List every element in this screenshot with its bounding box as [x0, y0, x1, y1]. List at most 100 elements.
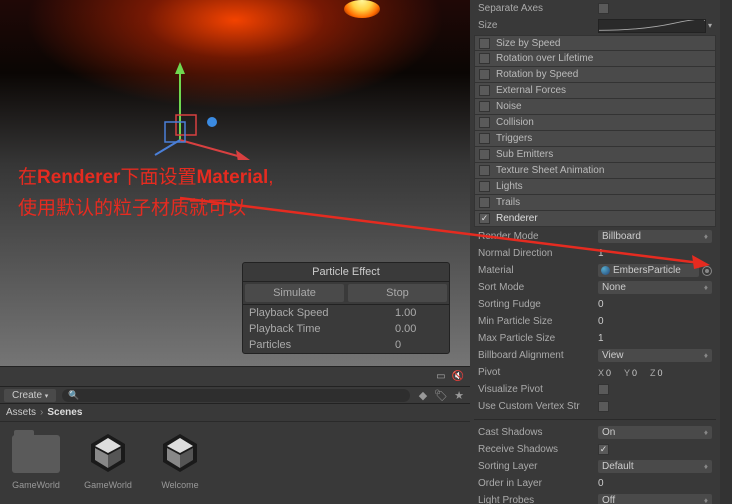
- prop-sorting-fudge: Sorting Fudge0: [470, 296, 720, 313]
- asset-item[interactable]: Welcome: [148, 430, 212, 490]
- playback-speed-label: Playback Speed: [249, 307, 329, 319]
- module-checkbox[interactable]: [479, 181, 490, 192]
- prop-receive-shadows: Receive Shadows✓: [470, 441, 720, 458]
- scene-bottom-bar: ▭ 🔇: [0, 366, 470, 386]
- module-size-by-speed[interactable]: Size by Speed: [474, 35, 716, 51]
- prop-sort-mode: Sort ModeNone♦: [470, 279, 720, 296]
- prop-cast-shadows: Cast ShadowsOn♦: [470, 424, 720, 441]
- object-picker-icon[interactable]: [702, 266, 712, 276]
- asset-item[interactable]: GameWorld: [76, 430, 140, 490]
- prop-order-in-layer: Order in Layer0: [470, 475, 720, 492]
- prop-separate-axes: Separate Axes: [470, 0, 720, 17]
- prop-visualize-pivot: Visualize Pivot: [470, 381, 720, 398]
- simulate-button[interactable]: Simulate: [245, 284, 344, 302]
- chevron-down-icon: ♦: [704, 283, 708, 292]
- scene-view[interactable]: 在Renderer下面设置Material, 使用默认的粒子材质就可以 Part…: [0, 0, 470, 366]
- prop-light-probes: Light ProbesOff♦: [470, 492, 720, 504]
- particles-label: Particles: [249, 339, 291, 351]
- prop-size: Size▾: [470, 17, 720, 34]
- dropdown[interactable]: View♦: [598, 349, 712, 362]
- playback-time-label: Playback Time: [249, 323, 321, 335]
- stop-button[interactable]: Stop: [348, 284, 447, 302]
- prop-sorting-layer: Sorting LayerDefault♦: [470, 458, 720, 475]
- material-field[interactable]: EmbersParticle: [598, 264, 699, 277]
- module-checkbox[interactable]: [479, 101, 490, 112]
- dropdown[interactable]: Default♦: [598, 460, 712, 473]
- module-checkbox[interactable]: [479, 117, 490, 128]
- unity-scene-icon: [157, 430, 203, 479]
- material-preview-icon: [601, 266, 610, 275]
- particle-effect-panel: Particle Effect Simulate Stop Playback S…: [242, 262, 450, 354]
- module-checkbox[interactable]: ✓: [479, 213, 490, 224]
- search-icon: 🔍: [68, 390, 79, 401]
- module-renderer[interactable]: ✓Renderer: [474, 211, 716, 227]
- prop-normal-direction: Normal Direction1: [470, 245, 720, 262]
- module-checkbox[interactable]: [479, 133, 490, 144]
- chevron-down-icon: ♦: [704, 232, 708, 241]
- value-field[interactable]: 0: [598, 478, 604, 489]
- module-lights[interactable]: Lights: [474, 179, 716, 195]
- module-texture-sheet-animation[interactable]: Texture Sheet Animation: [474, 163, 716, 179]
- checkbox[interactable]: ✓: [598, 444, 609, 455]
- module-trails[interactable]: Trails: [474, 195, 716, 211]
- prop-max-particle-size: Max Particle Size1: [470, 330, 720, 347]
- value-field[interactable]: 1: [598, 248, 604, 259]
- value-field[interactable]: 1: [598, 333, 604, 344]
- breadcrumb[interactable]: Assets›Scenes: [0, 404, 470, 422]
- asset-label: GameWorld: [76, 480, 140, 490]
- dropdown[interactable]: None♦: [598, 281, 712, 294]
- module-checkbox[interactable]: [479, 53, 490, 64]
- audio-toggle-icon[interactable]: 🔇: [452, 371, 464, 382]
- sun-core: [344, 0, 380, 18]
- transform-gizmo[interactable]: [150, 60, 250, 160]
- prop-billboard-alignment: Billboard AlignmentView♦: [470, 347, 720, 364]
- value-field[interactable]: 0: [598, 299, 604, 310]
- module-checkbox[interactable]: [479, 69, 490, 80]
- module-triggers[interactable]: Triggers: [474, 131, 716, 147]
- chevron-down-icon: ♦: [704, 428, 708, 437]
- project-panel: Create ▾ 🔍 ◆ 🏷 ★ Assets›Scenes GameWorld…: [0, 386, 470, 504]
- checkbox[interactable]: [598, 401, 609, 412]
- module-rotation-over-lifetime[interactable]: Rotation over Lifetime: [474, 51, 716, 67]
- filter-by-type-icon[interactable]: ◆: [416, 389, 430, 402]
- module-checkbox[interactable]: [479, 149, 490, 160]
- prop-material: MaterialEmbersParticle: [470, 262, 720, 279]
- asset-label: GameWorld: [4, 480, 68, 490]
- pivot-fields[interactable]: X0Y0Z0: [598, 368, 712, 378]
- create-button[interactable]: Create ▾: [4, 389, 56, 402]
- checkbox[interactable]: [598, 3, 609, 14]
- module-checkbox[interactable]: [479, 38, 490, 49]
- playback-time-value[interactable]: 0.00: [395, 323, 443, 335]
- gizmo-toggle-icon[interactable]: ▭: [436, 371, 445, 382]
- annotation-text: 在Renderer下面设置Material, 使用默认的粒子材质就可以: [18, 162, 274, 225]
- module-noise[interactable]: Noise: [474, 99, 716, 115]
- prop-render-mode: Render ModeBillboard♦: [470, 228, 720, 245]
- value-field[interactable]: 0: [598, 316, 604, 327]
- module-checkbox[interactable]: [479, 197, 490, 208]
- chevron-down-icon: ♦: [704, 351, 708, 360]
- inspector-panel: Separate AxesSize▾ Size by SpeedRotation…: [470, 0, 732, 504]
- module-external-forces[interactable]: External Forces: [474, 83, 716, 99]
- filter-by-label-icon[interactable]: 🏷: [434, 389, 448, 402]
- folder-icon: [12, 435, 60, 473]
- particles-value: 0: [395, 339, 443, 351]
- dropdown[interactable]: Billboard♦: [598, 230, 712, 243]
- playback-speed-value[interactable]: 1.00: [395, 307, 443, 319]
- checkbox[interactable]: [598, 384, 609, 395]
- dropdown[interactable]: Off♦: [598, 494, 712, 504]
- module-rotation-by-speed[interactable]: Rotation by Speed: [474, 67, 716, 83]
- project-search-input[interactable]: 🔍: [62, 389, 410, 402]
- curve-field[interactable]: [598, 19, 706, 33]
- module-checkbox[interactable]: [479, 165, 490, 176]
- prop-use-custom-vertex-str: Use Custom Vertex Str: [470, 398, 720, 415]
- save-search-icon[interactable]: ★: [452, 389, 466, 402]
- module-checkbox[interactable]: [479, 85, 490, 96]
- module-sub-emitters[interactable]: Sub Emitters: [474, 147, 716, 163]
- chevron-down-icon: ♦: [704, 462, 708, 471]
- chevron-down-icon: ♦: [704, 496, 708, 504]
- unity-scene-icon: [85, 430, 131, 479]
- dropdown[interactable]: On♦: [598, 426, 712, 439]
- dropdown-caret-icon[interactable]: ▾: [708, 21, 712, 30]
- module-collision[interactable]: Collision: [474, 115, 716, 131]
- asset-item[interactable]: GameWorld: [4, 430, 68, 490]
